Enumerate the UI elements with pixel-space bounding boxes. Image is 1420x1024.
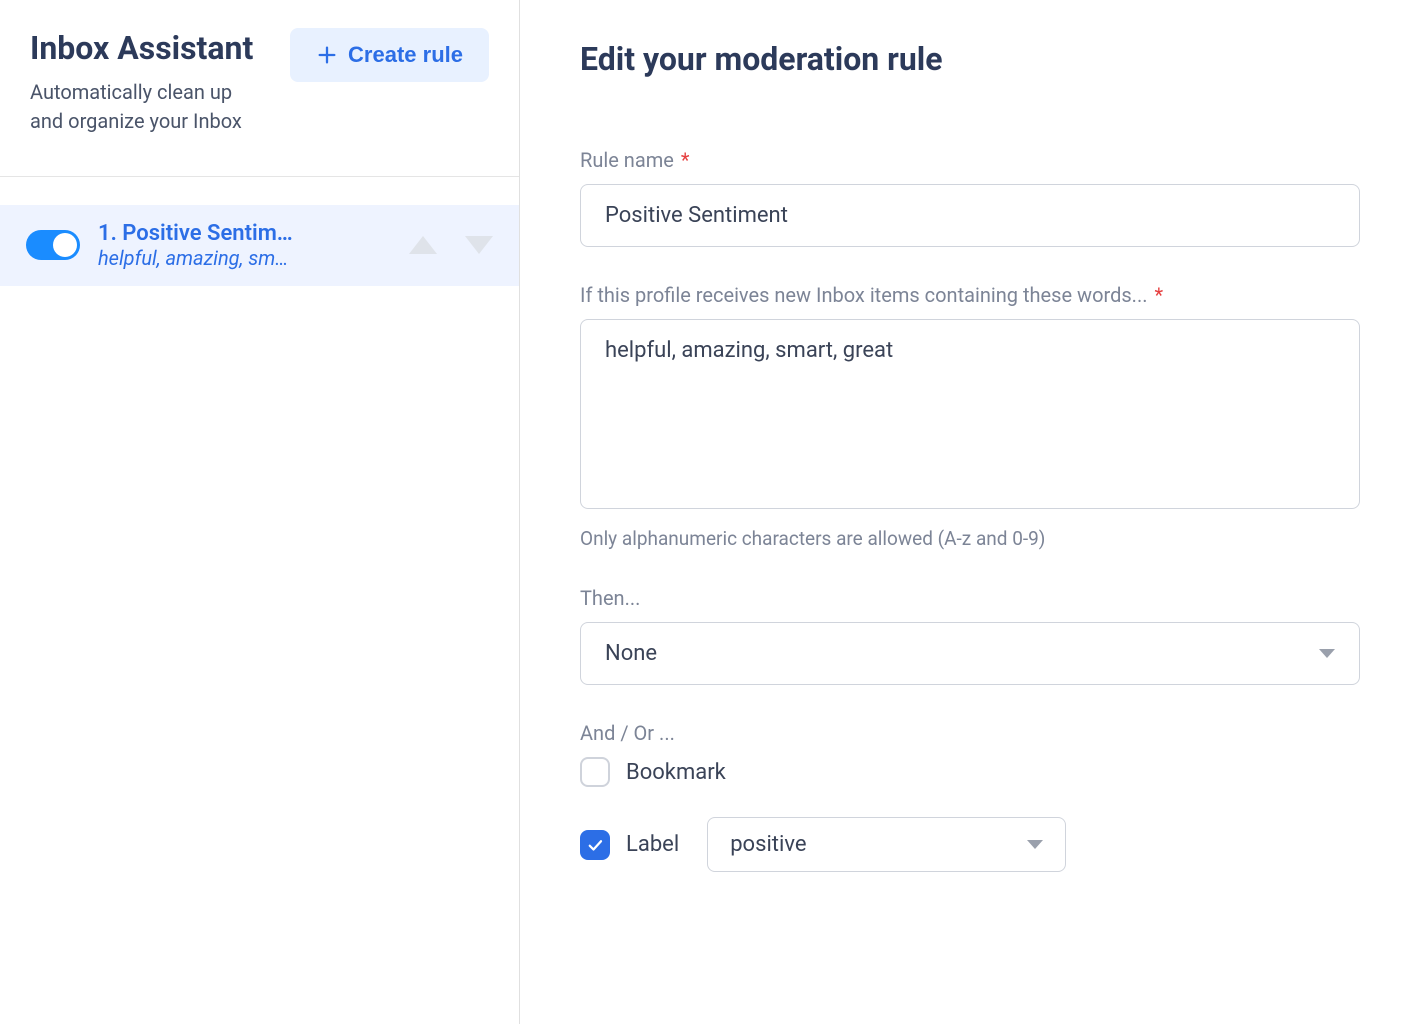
chevron-down-icon: [1027, 840, 1043, 849]
rule-preview: helpful, amazing, sm…: [98, 246, 391, 270]
sidebar: Inbox Assistant Automatically clean up a…: [0, 0, 520, 1024]
bookmark-label: Bookmark: [626, 760, 726, 785]
sidebar-title-block: Inbox Assistant Automatically clean up a…: [30, 28, 270, 136]
required-asterisk: *: [1150, 283, 1164, 307]
divider: [0, 176, 519, 177]
sidebar-header: Inbox Assistant Automatically clean up a…: [0, 0, 519, 176]
rule-name-group: Rule name *: [580, 148, 1360, 247]
words-helper: Only alphanumeric characters are allowed…: [580, 527, 1360, 550]
andor-label: And / Or ...: [580, 721, 1360, 745]
create-rule-label: Create rule: [348, 42, 463, 68]
create-rule-button[interactable]: Create rule: [290, 28, 489, 82]
rule-text: 1. Positive Sentim… helpful, amazing, sm…: [98, 221, 391, 270]
check-icon: [586, 836, 604, 854]
label-select[interactable]: positive: [707, 817, 1065, 872]
words-group: If this profile receives new Inbox items…: [580, 283, 1360, 550]
label-select-value: positive: [730, 832, 806, 857]
label-row: Label positive: [580, 817, 1360, 872]
sidebar-title: Inbox Assistant: [30, 28, 270, 70]
sidebar-subtitle: Automatically clean up and organize your…: [30, 78, 270, 136]
rule-item[interactable]: 1. Positive Sentim… helpful, amazing, sm…: [0, 205, 519, 286]
words-label: If this profile receives new Inbox items…: [580, 283, 1360, 307]
rule-title: 1. Positive Sentim…: [98, 221, 391, 246]
page-title: Edit your moderation rule: [580, 40, 1360, 78]
then-label: Then...: [580, 586, 1360, 610]
words-textarea[interactable]: [580, 319, 1360, 509]
then-group: Then... None: [580, 586, 1360, 685]
toggle-knob: [53, 233, 77, 257]
then-select[interactable]: None: [580, 622, 1360, 685]
rule-name-label: Rule name *: [580, 148, 1360, 172]
chevron-down-icon: [1319, 649, 1335, 658]
rule-name-input[interactable]: [580, 184, 1360, 247]
then-select-value: None: [605, 641, 657, 666]
bookmark-row: Bookmark: [580, 757, 1360, 787]
triangle-up-icon[interactable]: [409, 236, 437, 254]
triangle-down-icon[interactable]: [465, 236, 493, 254]
bookmark-checkbox[interactable]: [580, 757, 610, 787]
required-asterisk: *: [676, 148, 690, 172]
rule-toggle[interactable]: [26, 230, 80, 260]
main-panel: Edit your moderation rule Rule name * If…: [520, 0, 1420, 1024]
rule-list: 1. Positive Sentim… helpful, amazing, sm…: [0, 205, 519, 286]
label-checkbox[interactable]: [580, 830, 610, 860]
plus-icon: [316, 44, 338, 66]
label-label: Label: [626, 832, 679, 857]
andor-group: And / Or ... Bookmark Label positive: [580, 721, 1360, 872]
rule-reorder-controls: [409, 236, 493, 254]
